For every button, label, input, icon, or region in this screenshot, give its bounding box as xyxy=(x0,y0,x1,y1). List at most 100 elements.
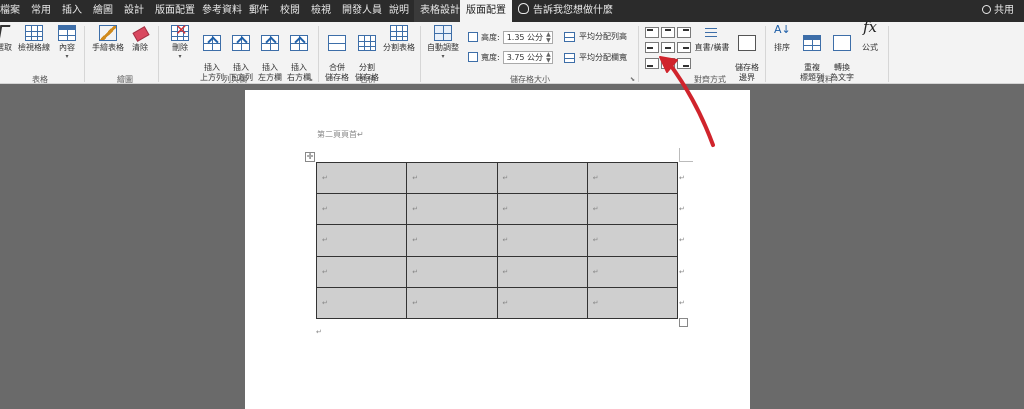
table-row: ↵ ↵ ↵ ↵ xyxy=(315,224,679,257)
table-grid-icon xyxy=(25,25,43,41)
table-cell[interactable]: ↵ xyxy=(496,286,588,319)
table-cell[interactable]: ↵ xyxy=(315,193,408,226)
tab-2[interactable]: 插入 xyxy=(62,0,82,22)
table-cell[interactable]: ↵ xyxy=(315,161,408,195)
share-button[interactable]: 共用 xyxy=(982,0,1014,22)
delete-table-icon xyxy=(171,25,189,41)
cell-margins-button[interactable]: 儲存格 邊界 xyxy=(732,25,762,83)
group-divider xyxy=(158,26,159,82)
lightbulb-icon xyxy=(518,3,529,14)
row-end-mark: ↵ xyxy=(679,267,685,276)
document-table[interactable]: ↵ ↵ ↵ ↵ ↵ ↵ ↵ ↵ ↵ ↵ ↵ ↵ ↵ ↵ ↵ ↵ ↵ ↵ ↵ ↵ xyxy=(315,161,679,319)
select-button[interactable]: 選取 xyxy=(0,25,14,53)
tab-7[interactable]: 郵件 xyxy=(249,0,269,22)
share-label: 共用 xyxy=(994,5,1014,16)
column-width-input[interactable]: 3.75 公分 ▲ ▼ xyxy=(502,50,553,64)
table-cell[interactable]: ↵ xyxy=(496,255,588,288)
table-cell[interactable]: ↵ xyxy=(586,286,679,319)
tab-5[interactable]: 版面配置 xyxy=(155,0,195,22)
autofit-icon xyxy=(434,25,452,41)
group-divider xyxy=(638,26,639,82)
table-cell[interactable]: ↵ xyxy=(496,161,588,195)
distribute-columns-label: 平均分配欄寬 xyxy=(579,53,627,62)
tab-8[interactable]: 校閱 xyxy=(280,0,300,22)
table-row: ↵ ↵ ↵ ↵ xyxy=(315,193,679,226)
tab-4[interactable]: 設計 xyxy=(124,0,144,22)
distribute-columns-button[interactable]: 平均分配欄寬 xyxy=(564,52,627,63)
chevron-down-icon: ▾ xyxy=(65,53,69,60)
tab-11[interactable]: 說明 xyxy=(389,0,409,22)
table-cell[interactable]: ↵ xyxy=(406,224,498,257)
table-resize-handle-icon[interactable] xyxy=(679,318,688,327)
split-table-icon xyxy=(390,25,408,41)
table-cell[interactable]: ↵ xyxy=(586,161,679,195)
tell-me-search[interactable]: 告訴我您想做什麼 xyxy=(518,0,613,22)
table-cell[interactable]: ↵ xyxy=(496,193,588,226)
draw-table-label: 手繪表格 xyxy=(92,43,124,52)
tab-0[interactable]: 檔案 xyxy=(0,0,20,22)
tab-6[interactable]: 參考資料 xyxy=(202,0,242,22)
table-boundary-line xyxy=(679,161,693,162)
row-height-value: 1.35 公分 xyxy=(506,32,544,42)
distribute-rows-label: 平均分配列高 xyxy=(579,32,627,41)
table-cell[interactable]: ↵ xyxy=(315,255,408,288)
align-top-left-button[interactable] xyxy=(645,27,659,38)
row-height-input[interactable]: 1.35 公分 ▲ ▼ xyxy=(502,30,553,44)
table-cell[interactable]: ↵ xyxy=(586,224,679,257)
column-width-value: 3.75 公分 xyxy=(506,52,544,62)
insert-left-label: 插入 左方欄 xyxy=(258,63,282,82)
table-row: ↵ ↵ ↵ ↵ xyxy=(315,255,679,288)
insert-left-button[interactable]: 插入 左方欄 xyxy=(256,25,284,83)
table-row: ↵ ↵ ↵ ↵ xyxy=(315,286,679,319)
properties-button[interactable]: 內容 ▾ xyxy=(55,25,79,60)
dialog-launcher-icon[interactable]: ⬊ xyxy=(308,76,313,83)
table-cell[interactable]: ↵ xyxy=(315,286,408,319)
draw-table-button[interactable]: 手繪表格 xyxy=(90,25,126,53)
table-cell[interactable]: ↵ xyxy=(406,193,498,226)
split-table-button[interactable]: 分割表格 xyxy=(382,25,416,53)
table-cell[interactable]: ↵ xyxy=(406,161,498,195)
table-cell[interactable]: ↵ xyxy=(586,193,679,226)
table-cell[interactable]: ↵ xyxy=(496,224,588,257)
text-direction-button[interactable]: 直書/橫書 xyxy=(694,25,730,53)
table-cell[interactable]: ↵ xyxy=(406,255,498,288)
align-top-center-button[interactable] xyxy=(661,27,675,38)
insert-right-button[interactable]: 插入 右方欄 xyxy=(285,25,313,83)
group-divider xyxy=(318,26,319,82)
table-cell[interactable]: ↵ xyxy=(406,286,498,319)
group-label-merge: 合併 xyxy=(360,75,376,84)
delete-label: 刪除 xyxy=(172,43,188,52)
table-move-handle-icon[interactable]: ✛ xyxy=(305,152,315,162)
eraser-button[interactable]: 清除 xyxy=(128,25,152,53)
autofit-button[interactable]: 自動調整 ▾ xyxy=(424,25,462,60)
text-direction-icon xyxy=(703,25,721,41)
spin-arrows-icon[interactable]: ▲ ▼ xyxy=(546,31,551,44)
pencil-icon xyxy=(99,25,117,41)
tab-10[interactable]: 開發人員 xyxy=(342,0,382,22)
page-header-text[interactable]: 第二頁頁首↵ xyxy=(317,129,364,140)
eraser-label: 清除 xyxy=(132,43,148,52)
tab-1[interactable]: 常用 xyxy=(31,0,51,22)
table-cell[interactable]: ↵ xyxy=(586,255,679,288)
spin-arrows-icon[interactable]: ▲ ▼ xyxy=(546,51,551,64)
formula-button[interactable]: 公式 xyxy=(858,22,882,53)
row-height-label: 高度: xyxy=(481,32,500,42)
properties-label: 內容 xyxy=(59,43,75,52)
group-divider xyxy=(888,26,889,82)
distribute-rows-button[interactable]: 平均分配列高 xyxy=(564,31,627,42)
table-cell[interactable]: ↵ xyxy=(315,224,408,257)
delete-button[interactable]: 刪除 ▾ xyxy=(168,25,192,60)
dialog-launcher-icon[interactable]: ⬊ xyxy=(630,76,635,83)
tab-9[interactable]: 檢視 xyxy=(311,0,331,22)
tab-table-layout[interactable]: 版面配置 xyxy=(460,0,512,23)
view-gridlines-button[interactable]: 檢視格線 xyxy=(17,25,51,53)
group-divider xyxy=(765,26,766,82)
tab-3[interactable]: 繪圖 xyxy=(93,0,113,22)
row-end-mark: ↵ xyxy=(679,205,685,214)
table-row: ↵ ↵ ↵ ↵ xyxy=(315,161,679,195)
distribute-columns-icon xyxy=(564,52,575,63)
align-top-right-button[interactable] xyxy=(677,27,691,38)
tab-table-design[interactable]: 表格設計 xyxy=(414,0,466,22)
insert-row-above-icon xyxy=(203,35,221,51)
sort-button[interactable]: 排序 xyxy=(770,25,794,53)
